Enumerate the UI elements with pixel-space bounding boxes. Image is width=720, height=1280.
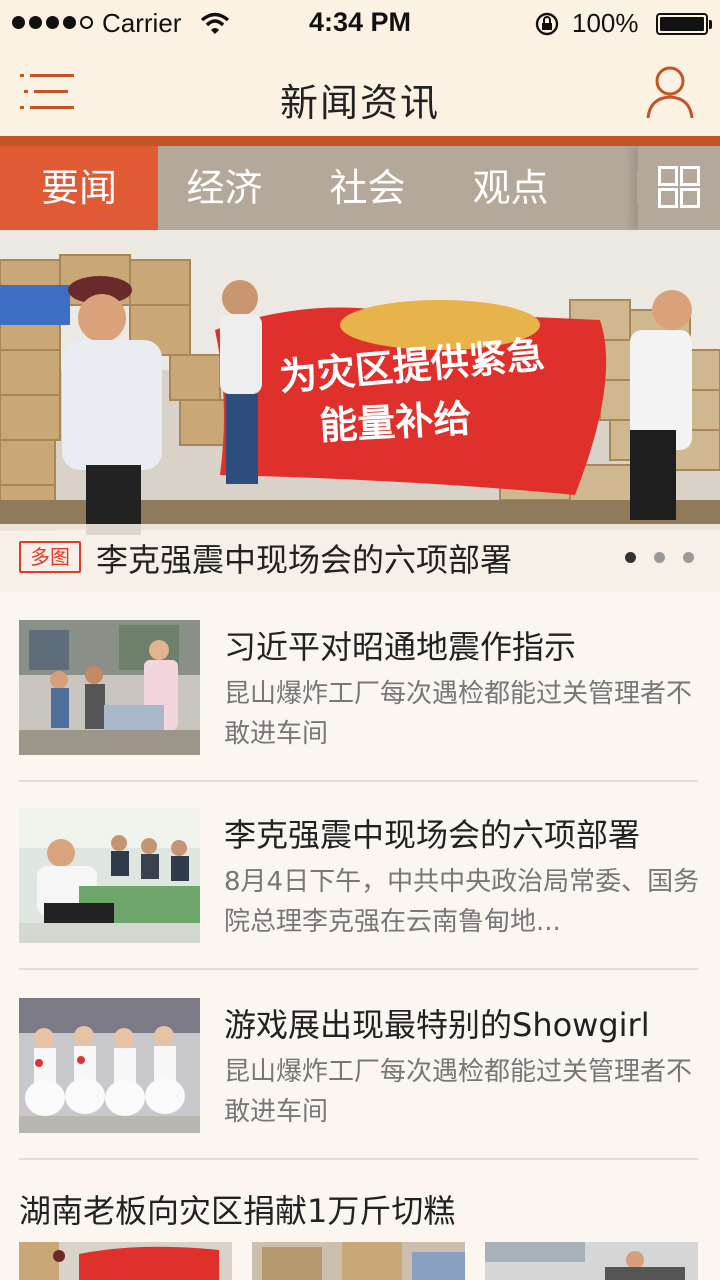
status-bar: Carrier 4:34 PM 100% bbox=[0, 0, 720, 46]
gallery-title[interactable]: 湖南老板向灾区捐献1万斤切糕 bbox=[19, 1186, 455, 1232]
hero-carousel[interactable]: 为灾区提供紧急 能量补给 多图 李克强震中现场会的六项部署 bbox=[0, 230, 720, 592]
multi-image-badge: 多图 bbox=[19, 541, 81, 573]
divider bbox=[19, 1158, 698, 1160]
user-icon[interactable] bbox=[646, 64, 694, 120]
tab-yaowen[interactable]: 要闻 bbox=[0, 146, 158, 230]
news-summary: 8月4日下午，中共中央政治局常委、国务院总理李克强在云南鲁甸地... bbox=[224, 867, 700, 937]
news-item[interactable]: 游戏展出现最特别的Showgirl 昆山爆炸工厂每次遇检都能过关管理者不敢进车间 bbox=[0, 970, 720, 1160]
banner-line-2: 能量补给 bbox=[318, 396, 472, 448]
nav-divider bbox=[0, 136, 720, 146]
news-title: 游戏展出现最特别的Showgirl bbox=[224, 1006, 650, 1044]
gallery-image[interactable] bbox=[19, 1242, 232, 1280]
news-thumbnail bbox=[19, 808, 200, 943]
grid-icon-glyph bbox=[658, 166, 700, 208]
gallery-image[interactable] bbox=[485, 1242, 698, 1280]
news-item[interactable]: 习近平对昭通地震作指示 昆山爆炸工厂每次遇检都能过关管理者不敢进车间 bbox=[0, 592, 720, 782]
nav-bar: 新闻资讯 bbox=[0, 46, 720, 138]
news-summary: 昆山爆炸工厂每次遇检都能过关管理者不敢进车间 bbox=[224, 679, 693, 749]
news-title: 李克强震中现场会的六项部署 bbox=[224, 816, 641, 854]
carousel-dots bbox=[625, 552, 694, 563]
rotation-lock-icon bbox=[535, 12, 559, 36]
tab-guandian[interactable]: 观点 bbox=[439, 146, 582, 230]
tab-shehui[interactable]: 社会 bbox=[296, 146, 439, 230]
hero-caption: 多图 李克强震中现场会的六项部署 bbox=[0, 524, 720, 592]
news-thumbnail bbox=[19, 620, 200, 755]
battery-icon bbox=[656, 13, 712, 35]
news-item[interactable]: 李克强震中现场会的六项部署 8月4日下午，中共中央政治局常委、国务院总理李克强在… bbox=[0, 780, 720, 970]
news-summary: 昆山爆炸工厂每次遇检都能过关管理者不敢进车间 bbox=[224, 1057, 693, 1127]
grid-icon[interactable] bbox=[638, 146, 720, 230]
battery-percent: 100% bbox=[572, 8, 639, 38]
news-thumbnail bbox=[19, 998, 200, 1133]
page-title: 新闻资讯 bbox=[279, 81, 440, 125]
category-tabs: 要闻 经济 社会 观点 国 bbox=[0, 146, 720, 230]
hero-title[interactable]: 李克强震中现场会的六项部署 bbox=[96, 535, 512, 581]
carousel-dot-active[interactable] bbox=[625, 552, 636, 563]
tab-jingji[interactable]: 经济 bbox=[153, 146, 296, 230]
gallery-image[interactable] bbox=[252, 1242, 465, 1280]
carousel-dot[interactable] bbox=[683, 552, 694, 563]
gallery-strip[interactable] bbox=[19, 1242, 709, 1280]
news-title: 习近平对昭通地震作指示 bbox=[224, 628, 577, 666]
carousel-dot[interactable] bbox=[654, 552, 665, 563]
